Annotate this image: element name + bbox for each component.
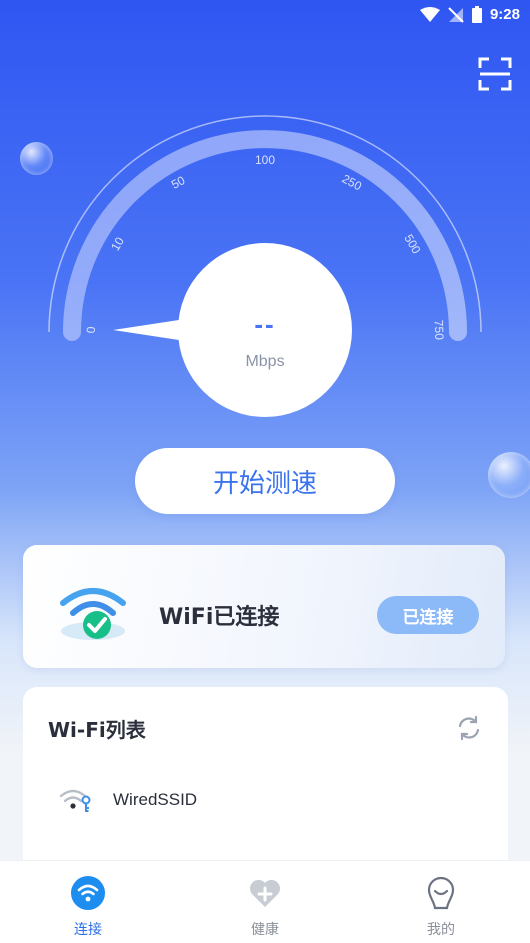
scan-button[interactable] [477, 56, 513, 92]
speed-unit: Mbps [245, 353, 285, 370]
cellular-no-signal-icon [448, 6, 464, 23]
wifi-list-card: Wi-Fi列表 WiredSSID [23, 687, 508, 887]
wifi-icon [71, 876, 105, 910]
gauge-tick-10: 10 [108, 234, 127, 253]
wifi-signal-icon [419, 6, 440, 22]
wifi-list-title: Wi-Fi列表 [48, 718, 146, 742]
gauge-tick-500: 500 [401, 232, 423, 257]
wifi-connected-icon [60, 588, 126, 640]
nav-item-connect[interactable]: 连接 [28, 861, 148, 943]
nav-label-connect: 连接 [74, 922, 102, 938]
wifi-status-text: WiFi已连接 [159, 605, 280, 630]
wifi-status-card: WiFi已连接 已连接 [23, 545, 505, 668]
decorative-bubble [488, 452, 530, 498]
status-time: 9:28 [489, 6, 520, 23]
status-bar: 9:28 [0, 0, 530, 30]
nav-item-health[interactable]: 健康 [205, 861, 325, 943]
nav-item-profile[interactable]: 我的 [381, 861, 501, 943]
wifi-locked-icon [59, 789, 91, 812]
gauge-tick-250: 250 [340, 172, 365, 194]
bottom-nav: 连接 健康 我的 [0, 860, 530, 943]
refresh-icon[interactable] [455, 714, 483, 742]
scan-icon [478, 57, 512, 91]
wifi-ssid-label: WiredSSID [113, 790, 198, 809]
battery-icon [471, 6, 482, 23]
gauge-tick-0: 0 [84, 326, 98, 333]
user-icon [427, 876, 455, 910]
gauge-tick-750: 750 [432, 320, 447, 341]
gauge-tick-100: 100 [255, 153, 275, 167]
start-speed-test-button[interactable]: 开始测速 [135, 448, 395, 514]
wifi-list-item[interactable]: WiredSSID [59, 785, 197, 815]
nav-label-health: 健康 [251, 922, 279, 938]
status-icons: 9:28 [419, 6, 520, 23]
connected-badge[interactable]: 已连接 [377, 596, 479, 634]
gauge-tick-50: 50 [169, 173, 188, 192]
nav-label-profile: 我的 [427, 922, 455, 938]
speed-value: -- [254, 309, 276, 339]
heart-plus-icon [249, 879, 281, 907]
speed-readout: -- Mbps [178, 243, 352, 417]
